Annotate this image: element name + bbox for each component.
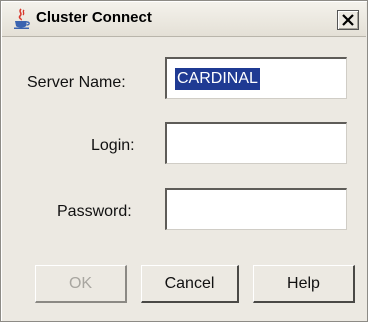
java-cup-icon — [12, 8, 32, 30]
title-bar[interactable]: Cluster Connect — [2, 2, 366, 37]
login-field[interactable] — [165, 122, 347, 164]
close-x-icon — [342, 14, 354, 26]
dialog-title: Cluster Connect — [36, 9, 152, 26]
server-name-label: Server Name: — [27, 74, 126, 91]
server-name-field[interactable]: CARDINAL — [165, 57, 347, 99]
close-button[interactable] — [337, 10, 359, 30]
password-input[interactable] — [173, 199, 341, 221]
login-label: Login: — [91, 137, 135, 154]
password-field[interactable] — [165, 188, 347, 230]
server-name-value[interactable]: CARDINAL — [175, 68, 260, 90]
password-label: Password: — [57, 203, 132, 220]
login-input[interactable] — [173, 133, 341, 155]
cluster-connect-dialog: Cluster Connect Server Name: CARDINAL Lo… — [0, 0, 368, 322]
help-button[interactable]: Help — [253, 265, 355, 303]
cancel-button[interactable]: Cancel — [141, 265, 239, 303]
ok-button[interactable]: OK — [35, 265, 127, 303]
